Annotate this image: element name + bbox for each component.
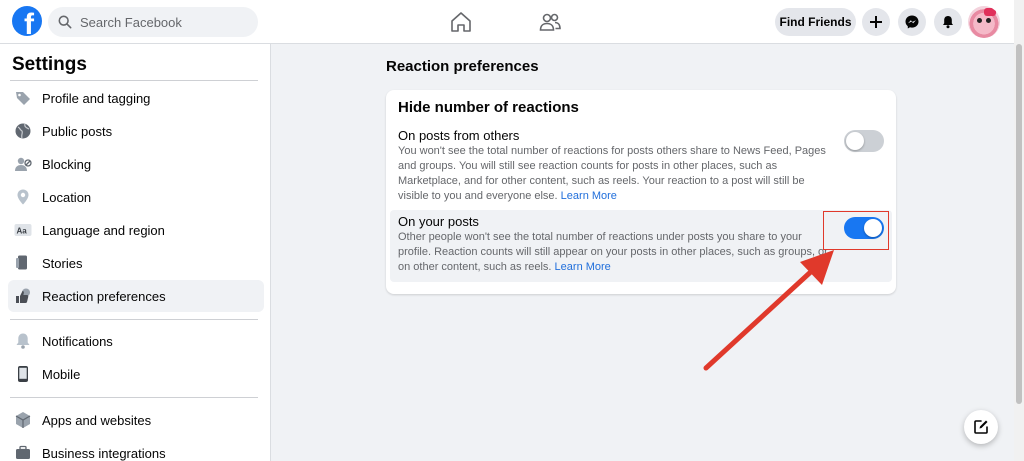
settings-sidebar: Settings Profile and tagging Public post…	[0, 44, 271, 461]
sidebar-item-business-integrations[interactable]: Business integrations	[8, 437, 264, 461]
hide-reactions-card: Hide number of reactions On posts from o…	[386, 90, 896, 294]
page-scrollbar[interactable]	[1014, 0, 1024, 461]
language-icon: Aa	[14, 221, 32, 239]
friends-icon[interactable]	[538, 10, 562, 34]
sidebar-item-label: Business integrations	[42, 445, 166, 461]
setting-your-posts: On your posts Other people won't see the…	[390, 210, 892, 282]
divider	[10, 397, 258, 398]
notifications-button[interactable]	[934, 8, 962, 36]
new-message-button[interactable]	[964, 410, 998, 444]
page-title: Reaction preferences	[386, 58, 539, 75]
setting-title: On posts from others	[398, 128, 520, 143]
mobile-icon	[14, 365, 32, 383]
create-button[interactable]	[862, 8, 890, 36]
sidebar-item-label: Apps and websites	[42, 412, 152, 428]
avatar-eye-right	[986, 18, 991, 23]
globe-icon	[14, 122, 32, 140]
divider	[10, 80, 258, 81]
compose-icon	[974, 420, 988, 434]
sidebar-item-label: Blocking	[42, 156, 92, 172]
posts-from-others-toggle[interactable]	[844, 130, 884, 152]
apps-icon	[14, 411, 32, 429]
sidebar-item-label: Notifications	[42, 333, 113, 349]
sidebar-item-label: Reaction preferences	[42, 288, 166, 304]
divider	[10, 319, 258, 320]
home-icon[interactable]	[449, 10, 473, 34]
sidebar-item-language-and-region[interactable]: Aa Language and region	[8, 214, 264, 246]
setting-description: Other people won't see the total number …	[398, 230, 828, 275]
sidebar-item-apps-and-websites[interactable]: Apps and websites	[8, 404, 264, 436]
avatar[interactable]	[968, 6, 1000, 38]
sidebar-item-mobile[interactable]: Mobile	[8, 358, 264, 390]
toggle-highlight-annotation	[823, 211, 889, 250]
sidebar-item-label: Mobile	[42, 366, 81, 382]
sidebar-item-label: Public posts	[42, 123, 113, 139]
find-friends-button[interactable]: Find Friends	[775, 8, 856, 36]
sidebar-item-label: Profile and tagging	[42, 90, 151, 106]
sidebar-item-notifications[interactable]: Notifications	[8, 325, 264, 357]
messenger-icon	[905, 15, 919, 29]
avatar-bow	[984, 8, 996, 16]
stories-icon	[14, 254, 32, 272]
setting-posts-from-others: On posts from others You won't see the t…	[390, 124, 892, 208]
business-icon	[14, 444, 32, 461]
svg-text:Aa: Aa	[17, 227, 28, 236]
sidebar-item-public-posts[interactable]: Public posts	[8, 115, 264, 147]
logo-letter: f	[24, 8, 34, 37]
search-input[interactable]	[80, 14, 250, 30]
tag-icon	[14, 89, 32, 107]
sidebar-item-profile-and-tagging[interactable]: Profile and tagging	[8, 82, 264, 114]
setting-description: You won't see the total number of reacti…	[398, 144, 828, 204]
reaction-icon	[14, 287, 32, 305]
notifications-icon	[943, 16, 953, 29]
scrollbar-thumb[interactable]	[1016, 44, 1022, 404]
search-box[interactable]	[48, 7, 258, 37]
location-icon	[14, 188, 32, 206]
sidebar-item-stories[interactable]: Stories	[8, 247, 264, 279]
setting-description-text: Other people won't see the total number …	[398, 231, 828, 273]
learn-more-link[interactable]: Learn More	[555, 261, 611, 273]
setting-title: On your posts	[398, 214, 479, 229]
sidebar-title: Settings	[12, 54, 87, 75]
messenger-button[interactable]	[898, 8, 926, 36]
bell-icon	[14, 332, 32, 350]
toggle-knob	[846, 132, 864, 150]
sidebar-item-location[interactable]: Location	[8, 181, 264, 213]
sidebar-item-blocking[interactable]: Blocking	[8, 148, 264, 180]
blocking-icon	[14, 155, 32, 173]
sidebar-item-label: Stories	[42, 255, 83, 271]
learn-more-link[interactable]: Learn More	[561, 190, 617, 202]
sidebar-item-reaction-preferences[interactable]: Reaction preferences	[8, 280, 264, 312]
top-navigation-bar: f Find Friends	[0, 0, 1014, 44]
search-icon	[58, 15, 72, 29]
sidebar-item-label: Language and region	[42, 222, 165, 238]
facebook-logo[interactable]: f	[12, 6, 42, 36]
sidebar-item-label: Location	[42, 189, 92, 205]
card-title: Hide number of reactions	[398, 99, 579, 116]
avatar-eye-left	[977, 18, 982, 23]
plus-icon	[870, 16, 882, 28]
